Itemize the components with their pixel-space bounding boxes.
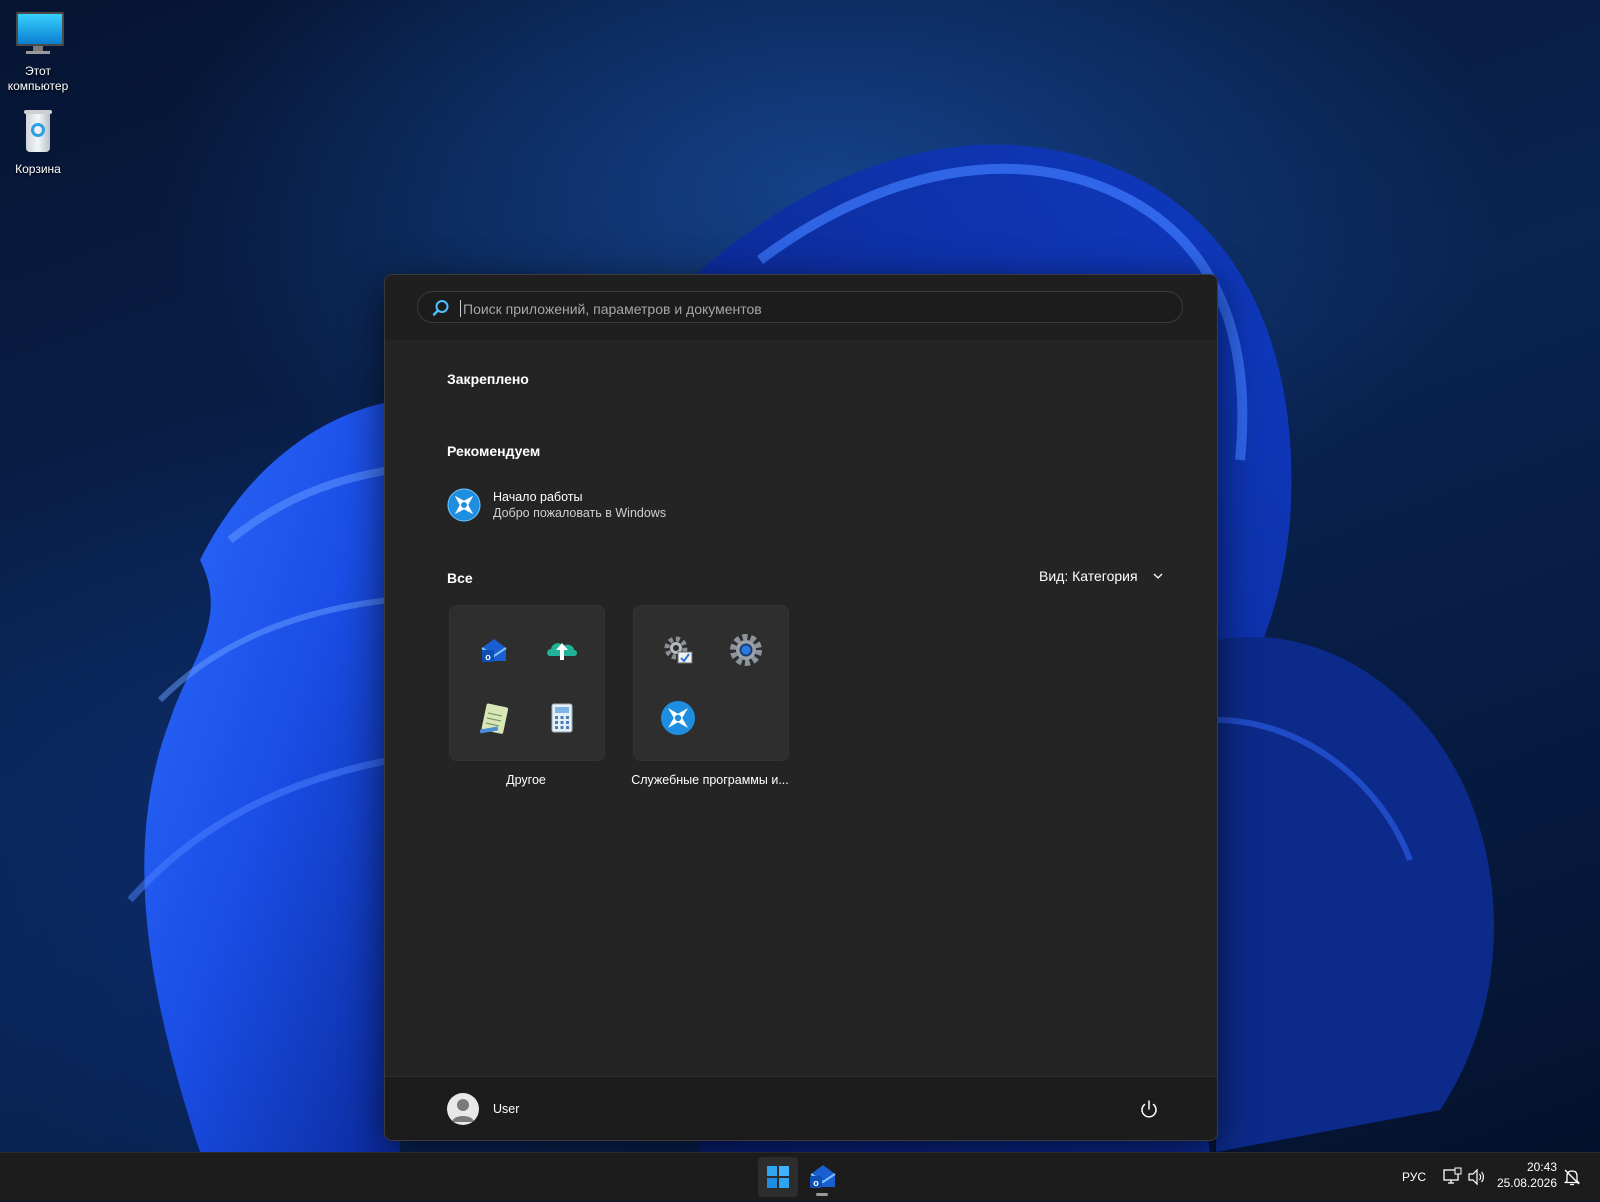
notepad-icon — [479, 703, 509, 734]
volume-icon[interactable] — [1466, 1167, 1486, 1187]
power-icon[interactable] — [1137, 1097, 1161, 1121]
category-label-utilities: Служебные программы и... — [631, 773, 789, 787]
svg-text:o: o — [813, 1178, 819, 1188]
clock-time: 20:43 — [1526, 1160, 1557, 1174]
control-panel-icon — [664, 636, 693, 664]
get-started-icon — [661, 701, 695, 735]
search-box[interactable] — [417, 291, 1183, 323]
outlook-icon: o — [481, 639, 507, 662]
start-menu: Закреплено Рекомендуем Начало работы Доб… — [384, 274, 1218, 1141]
settings-icon — [730, 634, 762, 666]
chevron-down-icon — [1153, 573, 1163, 579]
view-mode-label: Вид: Категория — [1039, 568, 1138, 584]
this-pc-icon — [14, 10, 64, 58]
start-button[interactable] — [758, 1157, 798, 1197]
category-folder-utilities[interactable] — [633, 605, 789, 761]
user-icon — [452, 1099, 474, 1122]
clock[interactable]: 20:43 25.08.2026 — [1497, 1159, 1557, 1191]
taskbar-app-outlook[interactable]: o — [802, 1157, 842, 1197]
language-indicator[interactable]: РУС — [1402, 1170, 1426, 1184]
outlook-icon: o — [810, 1165, 836, 1188]
user-name[interactable]: User — [493, 1102, 519, 1116]
onedrive-icon — [547, 643, 577, 660]
view-mode-button[interactable]: Вид: Категория — [1039, 562, 1167, 590]
network-icon[interactable] — [1442, 1167, 1462, 1187]
taskbar: o РУС 20:43 25.08.2026 — [0, 1152, 1600, 1201]
all-apps-title: Все — [447, 570, 473, 586]
recycle-bin-icon — [14, 108, 62, 156]
user-avatar[interactable] — [447, 1093, 479, 1125]
this-pc-label-2: компьютер — [7, 79, 69, 93]
recycle-bin-label: Корзина — [15, 162, 61, 176]
search-input[interactable] — [460, 300, 1165, 317]
search-band — [385, 275, 1217, 340]
recommended-item-get-started[interactable]: Начало работы Добро пожаловать в Windows — [447, 486, 687, 526]
desktop-icon-this-pc[interactable]: Этот компьютер — [0, 10, 76, 94]
start-menu-footer: User — [385, 1076, 1217, 1140]
search-icon — [432, 300, 449, 316]
recommended-item-subtitle: Добро пожаловать в Windows — [493, 506, 667, 520]
recommended-item-title: Начало работы — [493, 490, 583, 504]
get-started-icon — [447, 488, 481, 522]
notification-icon[interactable] — [1562, 1167, 1582, 1187]
running-indicator — [816, 1193, 828, 1196]
category-folder-other[interactable]: o — [449, 605, 605, 761]
start-icon — [767, 1166, 789, 1188]
recommended-title: Рекомендуем — [447, 443, 541, 459]
category-label-other: Другое — [506, 773, 546, 787]
this-pc-label-1: Этот — [25, 64, 51, 78]
desktop-icon-recycle-bin[interactable]: Корзина — [0, 108, 76, 177]
svg-text:o: o — [485, 652, 491, 662]
calculator-icon — [551, 703, 573, 733]
clock-date: 25.08.2026 — [1496, 1176, 1557, 1190]
pinned-title: Закреплено — [447, 371, 529, 387]
